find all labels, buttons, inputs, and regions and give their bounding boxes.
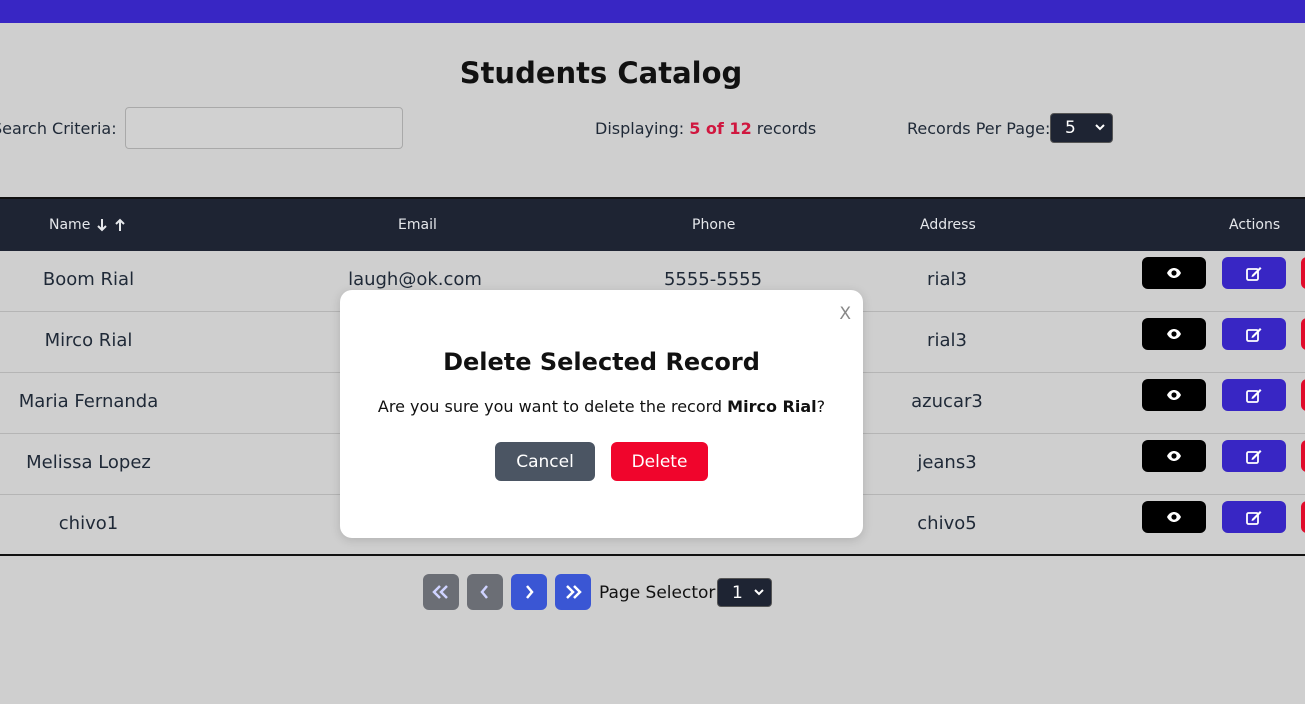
edit-button[interactable] [1222, 379, 1286, 411]
header-name[interactable]: Name [49, 217, 90, 233]
records-per-page-select[interactable]: 5 [1050, 113, 1113, 143]
confirm-delete-button[interactable]: Delete [611, 442, 708, 481]
cell-address: rial3 [927, 269, 967, 290]
edit-button[interactable] [1222, 501, 1286, 533]
page-title: Students Catalog [459, 56, 743, 90]
chevron-left-icon [480, 585, 488, 599]
sort-icon[interactable] [95, 217, 129, 233]
cancel-button[interactable]: Cancel [495, 442, 595, 481]
view-button[interactable] [1142, 440, 1206, 472]
header-actions: Actions [1229, 217, 1281, 233]
eye-icon [1167, 390, 1181, 400]
view-button[interactable] [1142, 318, 1206, 350]
record-name: Mirco Rial [727, 397, 817, 416]
edit-icon [1246, 327, 1262, 342]
records-status: Displaying: 5 of 12 records [595, 119, 816, 138]
close-button[interactable]: X [839, 304, 851, 324]
delete-confirmation-modal: X Delete Selected Record Are you sure yo… [340, 290, 863, 538]
eye-icon [1167, 451, 1181, 461]
records-per-page-label: Records Per Page: [907, 119, 1051, 138]
header-phone: Phone [692, 217, 736, 233]
edit-icon [1246, 266, 1262, 281]
edit-button[interactable] [1222, 440, 1286, 472]
edit-icon [1246, 510, 1262, 525]
last-page-button[interactable] [555, 574, 591, 610]
cell-address: jeans3 [917, 452, 977, 473]
modal-title: Delete Selected Record [443, 348, 760, 376]
status-count: 5 of 12 [689, 119, 752, 138]
double-chevron-left-icon [432, 585, 448, 599]
delete-button[interactable] [1301, 440, 1305, 472]
cell-name: chivo1 [58, 513, 119, 534]
cell-name: Boom Rial [42, 269, 135, 290]
cell-name: Melissa Lopez [26, 452, 151, 473]
message-suffix: ? [816, 397, 826, 416]
header-email: Email [398, 217, 437, 233]
page-selector-label: Page Selector: [599, 583, 721, 603]
page-selector-value: 1 [732, 582, 743, 603]
eye-icon [1167, 268, 1181, 278]
cell-phone: 5555-5555 [663, 269, 763, 290]
first-page-button[interactable] [423, 574, 459, 610]
chevron-down-icon [754, 589, 764, 596]
delete-button[interactable] [1301, 379, 1305, 411]
modal-message: Are you sure you want to delete the reco… [340, 397, 863, 416]
cell-email: laugh@ok.com [348, 269, 482, 290]
message-prefix: Are you sure you want to delete the reco… [377, 397, 728, 416]
edit-button[interactable] [1222, 257, 1286, 289]
search-label: Search Criteria: [0, 119, 117, 138]
edit-icon [1246, 449, 1262, 464]
search-input[interactable] [125, 107, 403, 149]
chevron-down-icon [1095, 124, 1105, 131]
eye-icon [1167, 512, 1181, 522]
header-address: Address [920, 217, 976, 233]
cell-address: rial3 [927, 330, 967, 351]
view-button[interactable] [1142, 379, 1206, 411]
delete-button[interactable] [1301, 257, 1305, 289]
chevron-right-icon [526, 585, 534, 599]
top-bar [0, 0, 1305, 23]
cell-name: Maria Fernanda [18, 391, 159, 412]
status-suffix: records [756, 119, 817, 138]
cell-name: Mirco Rial [44, 330, 133, 351]
cell-address: chivo5 [917, 513, 977, 534]
edit-button[interactable] [1222, 318, 1286, 350]
eye-icon [1167, 329, 1181, 339]
view-button[interactable] [1142, 501, 1206, 533]
table-header: Name Email Phone Address Actions [0, 197, 1305, 251]
status-prefix: Displaying: [595, 119, 685, 138]
records-per-page-value: 5 [1065, 118, 1076, 138]
page-selector[interactable]: 1 [717, 578, 772, 607]
delete-button[interactable] [1301, 318, 1305, 350]
cell-address: azucar3 [911, 391, 983, 412]
previous-page-button[interactable] [467, 574, 503, 610]
view-button[interactable] [1142, 257, 1206, 289]
delete-button[interactable] [1301, 501, 1305, 533]
edit-icon [1246, 388, 1262, 403]
double-chevron-right-icon [566, 585, 582, 599]
next-page-button[interactable] [511, 574, 547, 610]
